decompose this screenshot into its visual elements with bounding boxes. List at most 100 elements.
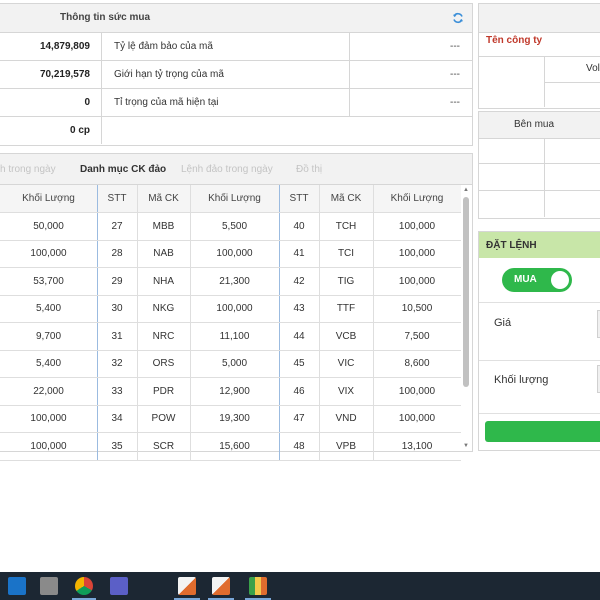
table-cell: VPB	[335, 440, 356, 452]
buying-power-label: Giới hạn tỷ trọng của mã	[114, 69, 224, 80]
table-cell: 34	[111, 413, 123, 425]
table-cell: NHA	[152, 275, 175, 287]
table-cell: 53,700	[33, 275, 64, 287]
table-cell: TCI	[337, 248, 355, 260]
scrollbar-thumb[interactable]	[463, 197, 469, 387]
table-cell: 100,000	[30, 440, 67, 452]
table-row[interactable]: 100,000 28 NAB 100,000 41 TCI 100,000	[0, 240, 461, 268]
table-row[interactable]: 5,400 30 NKG 100,000 43 TTF 10,500	[0, 295, 461, 323]
buying-power-header: Thông tin sức mua	[0, 4, 472, 33]
table-cell: 29	[111, 275, 123, 287]
table-cell: 42	[293, 275, 305, 287]
table-cell: NKG	[152, 303, 175, 315]
tab-intraday-swap[interactable]: Lệnh đảo trong ngày	[181, 164, 273, 175]
tab-margin-list[interactable]: Danh mục CK đảo	[80, 164, 166, 175]
tab-bar: h trong ngày Danh mục CK đảo Lệnh đảo tr…	[0, 154, 472, 185]
calculator-icon[interactable]	[40, 577, 58, 595]
column-header: STT	[107, 193, 127, 204]
table-cell: VCB	[335, 330, 357, 342]
table-cell: 46	[293, 385, 305, 397]
table-cell: NRC	[152, 330, 175, 342]
column-header: Khối Lượng	[208, 193, 261, 204]
table-cell: MBB	[152, 220, 175, 232]
buying-power-value: 70,219,578	[39, 69, 90, 80]
table-cell: 33	[111, 385, 123, 397]
table-cell: 5,500	[221, 220, 248, 232]
app-window-icon[interactable]	[249, 577, 267, 595]
price-label: Giá	[494, 317, 512, 329]
outlook-icon[interactable]	[8, 577, 26, 595]
buy-side-label: Bên mua	[514, 119, 555, 130]
buy-sell-toggle[interactable]: MUA	[502, 268, 572, 292]
table-cell: 100,000	[398, 248, 436, 260]
table-cell: 50,000	[33, 220, 64, 232]
app-window-icon[interactable]	[212, 577, 230, 595]
tab-intraday-orders[interactable]: h trong ngày	[0, 164, 56, 175]
table-cell: 45	[293, 358, 305, 370]
table-header-row: Khối Lượng STT Mã CK Khối Lượng STT Mã CK Khối…	[0, 185, 461, 213]
table-cell: 9,700	[35, 330, 62, 342]
table-cell: 32	[111, 358, 123, 370]
buying-power-extra: ---	[450, 69, 460, 80]
table-cell: 12,900	[219, 385, 250, 397]
refresh-icon[interactable]	[452, 12, 464, 24]
table-cell: 43	[293, 303, 305, 315]
column-header: STT	[289, 193, 309, 204]
column-header: Mã CK	[148, 193, 179, 204]
table-cell: 31	[111, 330, 123, 342]
table-row[interactable]: 22,000 33 PDR 12,900 46 VIX 100,000	[0, 378, 461, 406]
buying-power-value: 0 cp	[69, 125, 90, 136]
table-cell: 100,000	[216, 303, 253, 315]
buying-power-row: 0 cp	[0, 117, 472, 144]
submit-order-button[interactable]	[485, 421, 600, 442]
margin-list-table: Khối Lượng STT Mã CK Khối Lượng STT Mã CK Khối…	[0, 185, 461, 461]
table-cell: 19,300	[219, 413, 250, 425]
company-name-label: Tên công ty	[486, 35, 543, 46]
table-cell: 100,000	[398, 220, 436, 232]
buying-power-panel: Thông tin sức mua 14,879,809 Tỷ lệ đảm b…	[0, 3, 473, 146]
table-cell: POW	[151, 413, 176, 425]
app-window-icon[interactable]	[178, 577, 196, 595]
table-row[interactable]: 100,000 34 POW 19,300 47 VND 100,000	[0, 405, 461, 433]
table-cell: 15,600	[219, 440, 250, 452]
table-row[interactable]: 5,400 32 ORS 5,000 45 VIC 8,600	[0, 350, 461, 378]
buying-power-label: Tỉ trọng của mã hiện tại	[114, 97, 219, 108]
place-order-title: ĐẶT LỆNH	[486, 240, 537, 251]
buying-power-title: Thông tin sức mua	[60, 12, 151, 23]
buying-power-row: 14,879,809 Tỷ lệ đảm bảo của mã ---	[0, 33, 472, 61]
column-header: Khối Lượng	[22, 193, 75, 204]
table-cell: 100,000	[398, 275, 436, 287]
table-cell: 5,400	[35, 303, 62, 315]
tab-chart[interactable]: Đồ thị	[296, 164, 322, 175]
buying-power-value: 14,879,809	[39, 41, 90, 52]
teams-icon[interactable]	[110, 577, 128, 595]
table-cell: 100,000	[30, 413, 67, 425]
table-cell: SCR	[152, 440, 175, 452]
table-cell: TTF	[336, 303, 356, 315]
order-book-panel: Bên mua	[478, 111, 600, 219]
table-cell: 10,500	[401, 303, 433, 315]
column-header: Mã CK	[330, 193, 362, 204]
table-scrollbar[interactable]: ▲ ▼	[462, 187, 470, 449]
table-cell: 8,600	[404, 358, 430, 370]
table-cell: VND	[335, 413, 357, 425]
table-row[interactable]: 50,000 27 MBB 5,500 40 TCH 100,000	[0, 213, 461, 241]
table-cell: PDR	[152, 385, 175, 397]
table-cell: 5,400	[35, 358, 62, 370]
table-cell: NAB	[153, 248, 174, 260]
chrome-icon[interactable]	[75, 577, 93, 595]
table-cell: 48	[293, 440, 305, 452]
table-cell: VIX	[337, 385, 355, 397]
table-cell: 28	[111, 248, 123, 260]
table-cell: ORS	[152, 358, 175, 370]
table-cell: 100,000	[216, 248, 253, 260]
table-row[interactable]: 100,000 35 SCR 15,600 48 VPB 13,100	[0, 433, 461, 461]
table-cell: TCH	[335, 220, 357, 232]
vol-label: Vol	[586, 63, 600, 74]
place-order-panel: ĐẶT LỆNH MUA Giá Khối lượng	[478, 231, 600, 451]
table-row[interactable]: 53,700 29 NHA 21,300 42 TIG 100,000	[0, 268, 461, 296]
quantity-label: Khối lượng	[494, 374, 549, 386]
table-cell: 44	[293, 330, 305, 342]
toggle-label: MUA	[514, 274, 537, 285]
table-row[interactable]: 9,700 31 NRC 11,100 44 VCB 7,500	[0, 323, 461, 351]
